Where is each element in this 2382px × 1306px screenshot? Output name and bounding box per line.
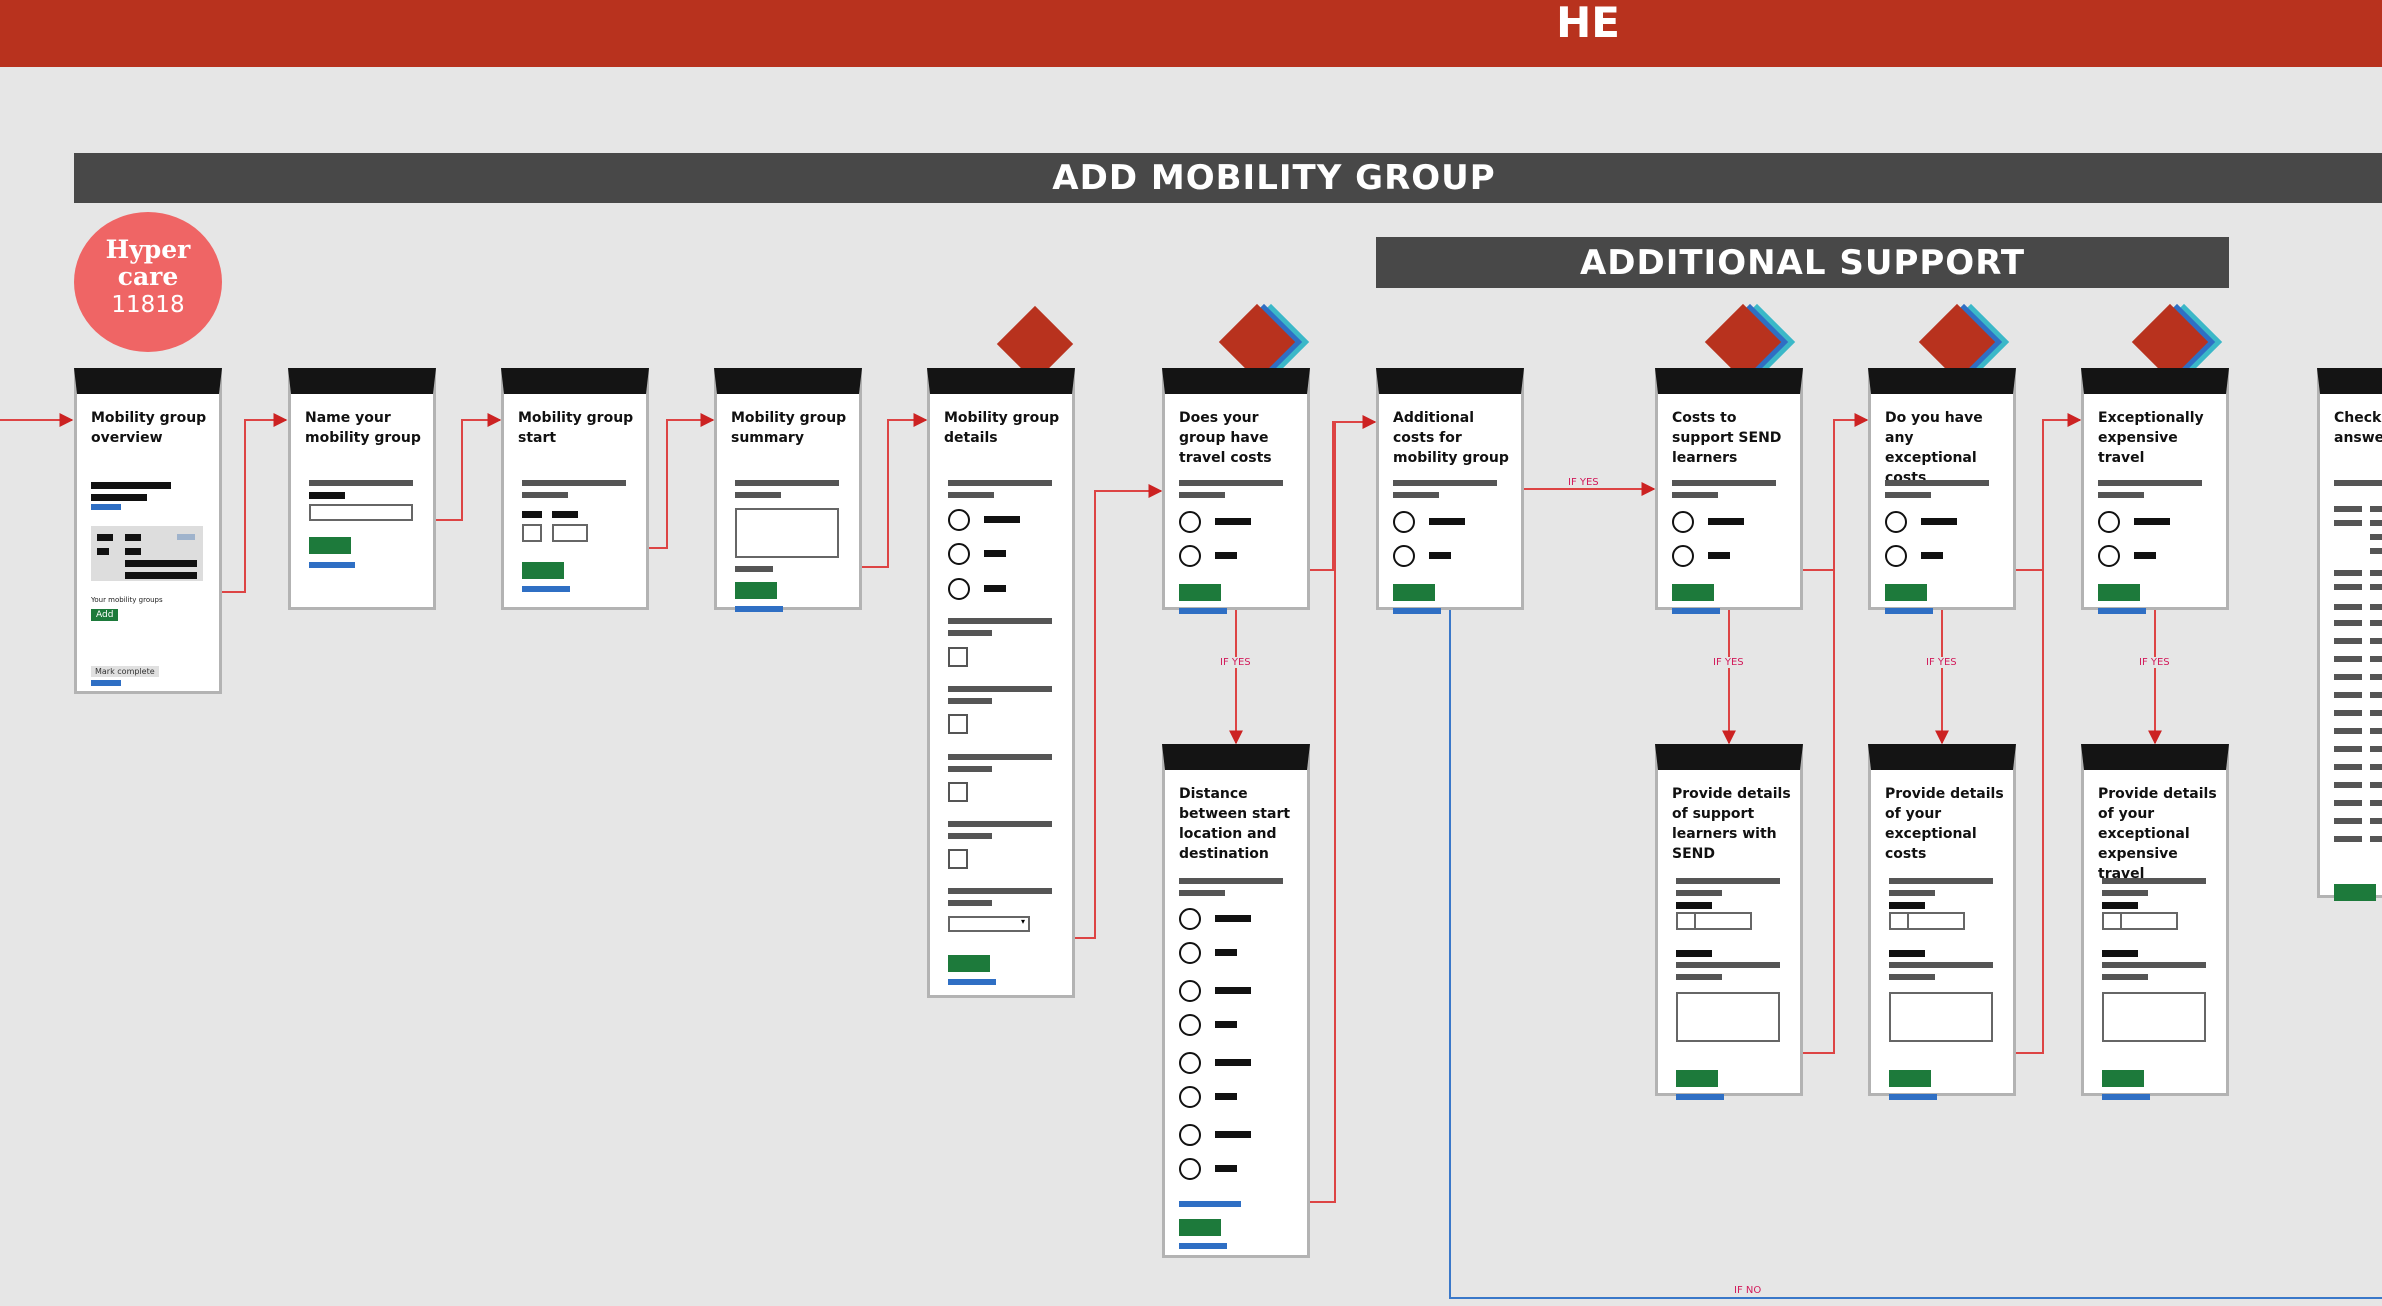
continue-button[interactable] [1179,1219,1221,1236]
name-input[interactable] [309,504,413,521]
continue-button[interactable] [309,537,351,554]
screen-title-send-details: Provide details of support learners with… [1672,786,1791,862]
decision-diamond-travel [1218,303,1310,381]
submit-button[interactable] [2334,884,2376,901]
decision-diamond-send [1704,303,1796,381]
continue-button[interactable] [1393,584,1435,601]
continue-button[interactable] [1889,1070,1931,1087]
amount-input[interactable] [1889,912,1965,930]
continue-button[interactable] [522,562,564,579]
details-textarea[interactable] [1676,992,1780,1042]
overview-subheading: Your mobility groups [91,596,163,604]
decision-diamond-exceptional [1918,303,2010,381]
amount-input[interactable] [2102,912,2178,930]
screen-distance[interactable]: Distance between start location and dest… [1162,744,1310,1258]
branch-label-no: IF NO [1732,1285,1764,1296]
screen-summary[interactable]: Mobility group summary [714,368,862,612]
screen-title-overview: Mobility group overview [91,410,207,446]
mark-complete-button[interactable]: Mark complete [91,666,159,677]
screen-exp-travel[interactable]: Exceptionally expensive travel [2081,368,2229,614]
screen-title-summary: Mobility group summary [731,410,847,446]
screen-exceptional-costs[interactable]: Do you have any exceptional costs [1868,368,2016,614]
screen-title-travel-costs: Does your group have travel costs [1179,410,1272,466]
details-textarea[interactable] [2102,992,2206,1042]
summary-box [735,508,839,558]
screen-check-answers[interactable]: Check answe [2317,368,2382,901]
branch-label-yes-send: IF YES [1711,657,1746,668]
screen-title-distance: Distance between start location and dest… [1179,786,1291,862]
screen-title-exp-travel: Exceptionally expensive travel [2098,410,2204,466]
continue-button[interactable] [1885,584,1927,601]
screen-send-details[interactable]: Provide details of support learners with… [1655,744,1803,1100]
screen-exceptional-details[interactable]: Provide details of your exceptional cost… [1868,744,2016,1100]
continue-button[interactable] [2098,584,2140,601]
screen-overview[interactable]: Mobility group overview Your mobility gr… [74,368,222,694]
screen-title-exceptional-details: Provide details of your exceptional cost… [1885,786,2004,862]
screen-title-details: Mobility group details [944,410,1060,446]
continue-button[interactable] [948,955,990,972]
screen-exp-travel-details[interactable]: Provide details of your exceptional expe… [2081,744,2229,1100]
select-dropdown[interactable]: ▾ [948,916,1030,932]
screen-name[interactable]: Name your mobility group [288,368,436,610]
continue-button[interactable] [735,582,777,599]
amount-input[interactable] [1676,912,1752,930]
screen-send-costs[interactable]: Costs to support SEND learners [1655,368,1803,614]
branch-label-yes-travel: IF YES [1218,657,1253,668]
branch-label-yes-exceptional: IF YES [1924,657,1959,668]
screen-title-name: Name your mobility group [305,410,421,446]
screen-start[interactable]: Mobility group start [501,368,649,610]
screen-travel-costs[interactable]: Does your group have travel costs [1162,368,1310,614]
screen-title-check: Check answe [2334,410,2382,446]
continue-button[interactable] [2102,1070,2144,1087]
screen-title-send-costs: Costs to support SEND learners [1672,410,1782,466]
continue-button[interactable] [1672,584,1714,601]
screen-title-additional-costs: Additional costs for mobility group [1393,410,1509,466]
decision-diamond-details [996,305,1074,383]
branch-label-yes-additional: IF YES [1566,477,1601,488]
continue-button[interactable] [1676,1070,1718,1087]
continue-button[interactable] [1179,584,1221,601]
decision-diamond-exp-travel [2131,303,2223,381]
add-button[interactable]: Add [91,609,119,621]
summary-table [91,526,203,581]
screen-details[interactable]: Mobility group details ▾ [927,368,1075,998]
screen-additional-costs[interactable]: Additional costs for mobility group [1376,368,1524,614]
screen-title-exceptional-costs: Do you have any exceptional costs [1885,410,1983,486]
branch-label-yes-exp-travel: IF YES [2137,657,2172,668]
screen-title-start: Mobility group start [518,410,634,446]
details-textarea[interactable] [1889,992,1993,1042]
screen-title-exp-travel-details: Provide details of your exceptional expe… [2098,786,2217,882]
